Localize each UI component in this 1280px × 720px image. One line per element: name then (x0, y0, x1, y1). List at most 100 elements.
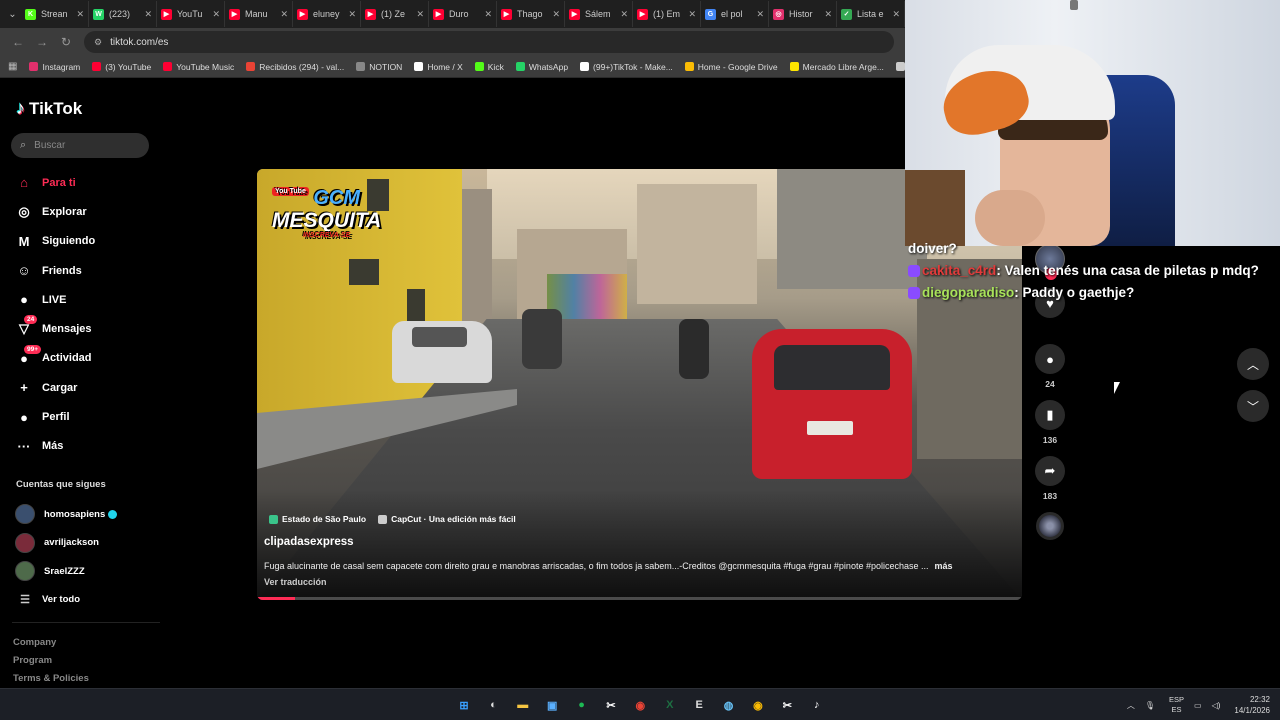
tab-close-icon[interactable]: ✕ (892, 9, 900, 20)
browser-tab[interactable]: ▶ eluney ✕ (293, 1, 361, 27)
sidebar-item-friends[interactable]: ☺ Friends (15, 256, 165, 285)
epic-games-icon[interactable]: E (687, 693, 711, 717)
following-account[interactable]: avriljackson (15, 529, 165, 558)
browser-tab[interactable]: ▶ (1) Em ✕ (633, 1, 701, 27)
volume-icon[interactable]: ◁) (1212, 701, 1221, 710)
browser-tab[interactable]: ▶ Sálem ✕ (565, 1, 633, 27)
tab-close-icon[interactable]: ✕ (416, 9, 424, 20)
tab-close-icon[interactable]: ✕ (824, 9, 832, 20)
footer-link[interactable]: Program (13, 652, 89, 670)
bookmark-item[interactable]: (3) YouTube (92, 62, 151, 72)
comment-button[interactable]: ● (1035, 344, 1065, 374)
browser-tab[interactable]: ▶ Duro ✕ (429, 1, 497, 27)
site-info-icon[interactable]: ⚙ (94, 37, 102, 48)
file-explorer-icon[interactable]: ▬ (511, 693, 535, 717)
bookmark-item[interactable]: Instagram (29, 62, 80, 72)
tab-close-icon[interactable]: ✕ (688, 9, 696, 20)
search-box[interactable]: ⌕ (11, 133, 149, 158)
tab-close-icon[interactable]: ✕ (552, 9, 560, 20)
tiktok-icon[interactable]: ♪ (805, 693, 829, 717)
url-field[interactable]: ⚙ tiktok.com/es (84, 31, 894, 53)
location-tag[interactable]: Estado de São Paulo (269, 514, 366, 524)
mic-icon[interactable]: 🎙 (1145, 701, 1155, 710)
sidebar-item-actividad[interactable]: ● Actividad 99+ (15, 344, 165, 373)
tab-close-icon[interactable]: ✕ (212, 9, 220, 20)
bookmark-item[interactable]: NOTION (356, 62, 402, 72)
tiktok-logo[interactable]: ♪ TikTok (16, 98, 82, 119)
bookmark-item[interactable]: Kick (474, 62, 504, 72)
footer-link[interactable]: Terms & Policies (13, 670, 89, 688)
bookmark-item[interactable]: (99+)TikTok - Make... (580, 62, 673, 72)
sidebar-item-m-s[interactable]: ··· Más (15, 432, 165, 461)
following-account[interactable]: SraelZZZ (15, 557, 165, 586)
clock[interactable]: 22:32 14/1/2026 (1234, 694, 1270, 716)
translate-link[interactable]: Ver traducción (264, 577, 327, 587)
browser-tab[interactable]: K Strean ✕ (21, 1, 89, 27)
browser-tab[interactable]: W (223) ✕ (89, 1, 157, 27)
back-icon[interactable]: ← (6, 35, 30, 49)
excel-icon[interactable]: X (658, 693, 682, 717)
chrome-active-icon[interactable]: ◉ (746, 693, 770, 717)
more-link[interactable]: más (935, 561, 953, 571)
tab-close-icon[interactable]: ✕ (76, 9, 84, 20)
forward-icon[interactable]: → (30, 35, 54, 49)
video-frame-white-car (392, 321, 492, 383)
bookmark-item[interactable]: Mercado Libre Arge... (789, 62, 884, 72)
bookmark-item[interactable]: Home / X (414, 62, 463, 72)
chat-separator: : (996, 263, 1005, 278)
tab-close-icon[interactable]: ✕ (756, 9, 764, 20)
bookmark-item[interactable]: YouTube Music (163, 62, 234, 72)
network-icon[interactable]: ▭ (1194, 701, 1202, 710)
language-indicator[interactable]: ESP ES (1169, 695, 1184, 715)
tab-close-icon[interactable]: ✕ (620, 9, 628, 20)
next-video-button[interactable]: ﹀ (1237, 390, 1269, 422)
bookmark-item[interactable]: Home - Google Drive (684, 62, 778, 72)
browser-tab[interactable]: Gel pol ✕ (701, 1, 769, 27)
following-account[interactable]: homosapiens (15, 500, 165, 529)
sidebar-item-explorar[interactable]: ◎ Explorar (15, 197, 165, 226)
tab-search-dropdown-icon[interactable]: ⌄ (4, 3, 21, 25)
share-button[interactable]: ➦ (1035, 456, 1065, 486)
sidebar-item-mensajes[interactable]: ▽ Mensajes 24 (15, 314, 165, 343)
footer-link[interactable]: Company (13, 634, 89, 652)
tray-chevron-icon[interactable]: ︿ (1127, 700, 1135, 711)
browser-tab[interactable]: ▶ (1) Ze ✕ (361, 1, 429, 27)
capcut-icon[interactable]: ✂ (599, 693, 623, 717)
sidebar-item-live[interactable]: ● LIVE (15, 285, 165, 314)
capcut-2-icon[interactable]: ✂ (775, 693, 799, 717)
steam-icon[interactable]: ◍ (717, 693, 741, 717)
spotify-icon[interactable]: ● (570, 693, 594, 717)
tab-close-icon[interactable]: ✕ (144, 9, 152, 20)
sidebar-item-siguiendo[interactable]: M Siguiendo (15, 227, 165, 256)
bookmark-item[interactable]: Recibidos (294) - val... (246, 62, 344, 72)
chrome-icon[interactable]: ◉ (628, 693, 652, 717)
tab-close-icon[interactable]: ✕ (280, 9, 288, 20)
store-icon[interactable]: ▣ (540, 693, 564, 717)
music-disc-icon[interactable] (1036, 512, 1064, 540)
tiktok-note-icon: ♪ (16, 98, 25, 118)
reload-icon[interactable]: ↻ (54, 35, 78, 49)
sidebar-item-para-ti[interactable]: ⌂ Para ti (15, 168, 165, 197)
apps-grid-icon[interactable]: ▦ (8, 61, 17, 72)
tab-close-icon[interactable]: ✕ (484, 9, 492, 20)
browser-tab[interactable]: ▶ Thago ✕ (497, 1, 565, 27)
search-input[interactable] (34, 140, 135, 151)
browser-tab[interactable]: ✓ Lista e ✕ (837, 1, 905, 27)
video-progress-track[interactable] (257, 597, 1022, 600)
tab-close-icon[interactable]: ✕ (348, 9, 356, 20)
browser-tab[interactable]: ▶ YouTu ✕ (157, 1, 225, 27)
browser-tab[interactable]: ▶ Manu ✕ (225, 1, 293, 27)
tab-favicon-icon: ✓ (841, 8, 852, 20)
bookmark-button[interactable]: ▮ (1035, 400, 1065, 430)
see-all-link[interactable]: ☰ Ver todo (15, 586, 165, 615)
tab-title: Lista e (857, 9, 884, 19)
bookmark-item[interactable]: WhatsApp (515, 62, 568, 72)
capcut-tag[interactable]: CapCut · Una edición más fácil (378, 514, 516, 524)
copilot-icon[interactable]: ◐ (481, 693, 505, 717)
sidebar-item-cargar[interactable]: + Cargar (15, 373, 165, 402)
previous-video-button[interactable]: ︿ (1237, 348, 1269, 380)
browser-tab[interactable]: ◎ Histor ✕ (769, 1, 837, 27)
windows-start-icon[interactable]: ⊞ (452, 693, 476, 717)
video-author[interactable]: clipadasexpress (264, 536, 354, 548)
sidebar-item-perfil[interactable]: ● Perfil (15, 402, 165, 431)
